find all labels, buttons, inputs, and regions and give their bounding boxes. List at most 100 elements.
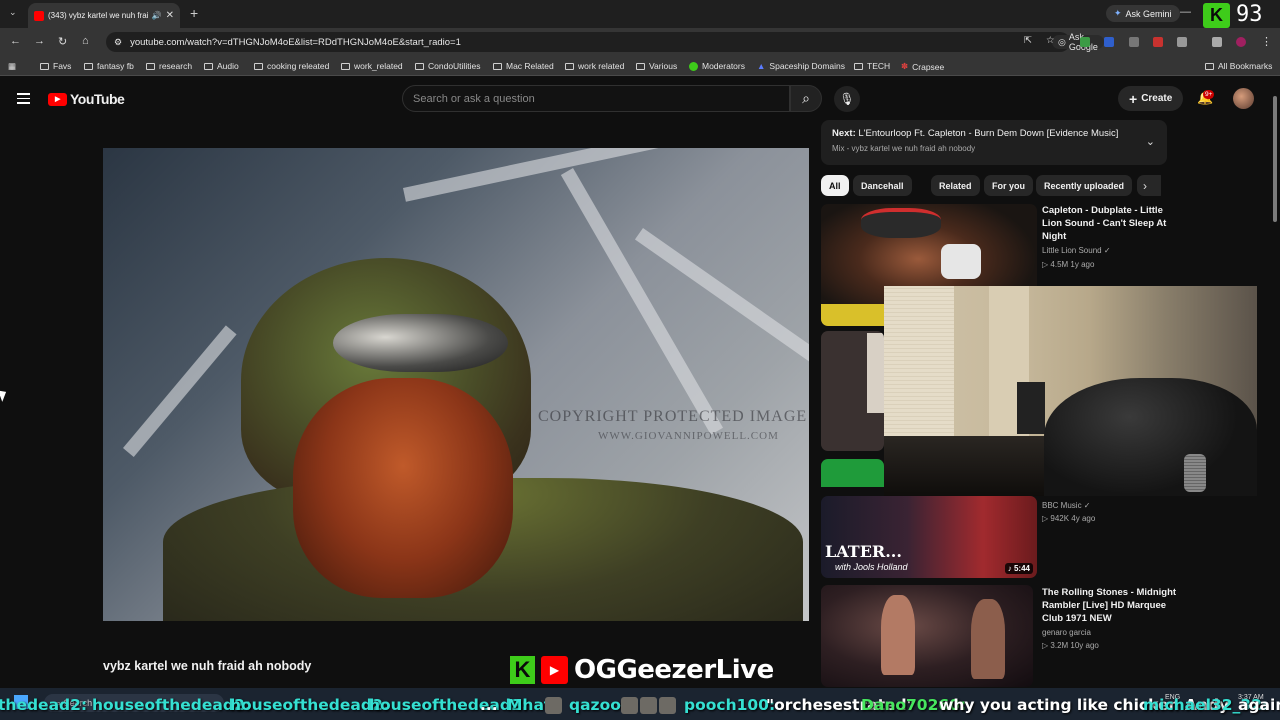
search-button[interactable]: ⌕ xyxy=(790,85,822,112)
profile-icon[interactable] xyxy=(1236,37,1246,47)
watermark-line2: WWW.GIOVANNIPOWELL.COM xyxy=(598,430,779,442)
bookmark-work-related-2[interactable]: work related xyxy=(565,61,624,71)
all-bookmarks[interactable]: All Bookmarks xyxy=(1205,61,1272,71)
folder-icon xyxy=(1205,62,1214,70)
webcam-overlay xyxy=(884,286,1257,496)
video-thumbnail[interactable] xyxy=(821,331,884,451)
bookmark-cooking[interactable]: cooking releated xyxy=(254,61,329,71)
speaker-icon[interactable]: 🔊 xyxy=(152,11,162,20)
youtube-logo-text: YouTube xyxy=(70,91,125,107)
chip-partial[interactable] xyxy=(1137,175,1161,196)
youtube-play-icon: ▶ xyxy=(541,656,568,684)
bookmark-label: All Bookmarks xyxy=(1218,61,1273,71)
bookmark-tech[interactable]: TECH xyxy=(854,61,890,71)
media-control-icon[interactable] xyxy=(1212,37,1222,47)
bookmark-research[interactable]: research xyxy=(146,61,192,71)
view-meta: ▷ 4.5M 1y ago xyxy=(1042,260,1094,269)
site-info-icon[interactable]: ⚙ xyxy=(114,37,122,48)
home-icon[interactable]: ⌂ xyxy=(82,35,89,47)
chip-for-you[interactable]: For you xyxy=(984,175,1033,196)
chat-username: pooch100: xyxy=(684,696,776,714)
bookmark-label: Crapsee xyxy=(912,61,945,72)
bookmark-moderators[interactable]: Moderators xyxy=(689,61,745,71)
url-input[interactable]: ⚙ youtube.com/watch?v=dTHGNJoM4oE&list=R… xyxy=(106,32,1104,52)
chip-related[interactable]: Related xyxy=(931,175,980,196)
ask-google-button[interactable]: ◎ Ask Google xyxy=(1052,32,1104,52)
recommendation-item[interactable]: LATER... with Jools Holland ♪ 5:44 BBC M… xyxy=(821,496,1181,578)
bookmark-star-icon[interactable]: ☆ xyxy=(1046,35,1055,46)
bookmark-spaceship[interactable]: ▲ Spaceship Domains xyxy=(757,61,845,71)
bookmark-label: Mac Related xyxy=(506,61,554,71)
chat-username: houseofthedead2: xyxy=(369,696,528,714)
extension-tool-icon[interactable] xyxy=(1129,37,1139,47)
next-prefix: Next: xyxy=(832,128,856,139)
extension-red-icon[interactable] xyxy=(1153,37,1163,47)
bookmark-label: Moderators xyxy=(702,61,745,71)
new-tab-button[interactable]: + xyxy=(190,5,198,21)
bookmark-mac-related[interactable]: Mac Related xyxy=(493,61,554,71)
search-input[interactable]: Search or ask a question xyxy=(402,85,790,112)
browser-menu-icon[interactable]: ⋮ xyxy=(1261,35,1272,48)
ask-gemini-button[interactable]: ✦ Ask Gemini xyxy=(1106,5,1180,22)
bookmark-favs[interactable]: Favs xyxy=(40,61,71,71)
sunglasses-shape xyxy=(333,314,508,372)
avatar[interactable] xyxy=(1233,88,1254,109)
back-icon[interactable]: ← xyxy=(10,35,21,47)
bookmark-work-related-1[interactable]: work_related xyxy=(341,61,403,71)
youtube-logo[interactable]: ▶ YouTube xyxy=(48,91,125,107)
forward-icon[interactable]: → xyxy=(34,35,45,47)
scrollbar-thumb[interactable] xyxy=(1273,96,1277,222)
streamer-shape xyxy=(1044,378,1257,496)
bookmarks-bar: ▦ Favs fantasy fb research Audio cooking… xyxy=(0,56,1280,76)
scaffold-beam xyxy=(634,228,809,389)
mouse-cursor-icon xyxy=(0,388,9,402)
thumbnail-text-panel xyxy=(867,333,884,413)
chevron-down-icon[interactable]: ⌄ xyxy=(1146,135,1155,148)
page-scrollbar[interactable] xyxy=(1270,82,1280,688)
minimize-icon[interactable]: — xyxy=(1180,6,1191,18)
lens-icon: ◎ xyxy=(1058,36,1066,47)
apps-grid-icon[interactable]: ▦ xyxy=(8,61,16,72)
extension-green-icon[interactable] xyxy=(1080,37,1090,47)
folder-icon xyxy=(341,62,350,70)
crapsee-icon: ✽ xyxy=(901,61,909,71)
recommendation-title[interactable]: Capleton - Dubplate - Little Lion Sound … xyxy=(1042,204,1177,243)
duration-label: 5:44 xyxy=(1013,564,1030,573)
view-meta: ▷ 942K 4y ago xyxy=(1042,514,1095,523)
tab-search-chevron-icon[interactable]: ⌄ xyxy=(9,7,17,18)
chevron-right-icon[interactable]: › xyxy=(1143,179,1147,193)
channel-name[interactable]: Little Lion Sound ✓ xyxy=(1042,246,1111,255)
browser-tab[interactable]: (343) vybz kartel we nuh fraid ah nobody… xyxy=(28,3,180,28)
bookmark-fantasy-fb[interactable]: fantasy fb xyxy=(84,61,134,71)
channel-name[interactable]: genaro garcia xyxy=(1042,628,1091,637)
chip-recently-uploaded[interactable]: Recently uploaded xyxy=(1036,175,1133,196)
extensions-puzzle-icon[interactable] xyxy=(1177,37,1187,47)
bookmark-condoutilities[interactable]: CondoUtilities xyxy=(415,61,480,71)
bookmark-various[interactable]: Various xyxy=(636,61,677,71)
up-next-panel[interactable]: Next: L'Entourloop Ft. Capleton - Burn D… xyxy=(821,120,1167,165)
chip-all[interactable]: All xyxy=(821,175,849,196)
install-icon[interactable]: ⇱ xyxy=(1024,35,1032,46)
chat-username: thedead2: xyxy=(0,696,88,714)
voice-search-button[interactable]: 🎙 xyxy=(834,86,860,112)
bookmark-audio[interactable]: Audio xyxy=(204,61,239,71)
create-label: Create xyxy=(1141,93,1173,104)
create-button[interactable]: + Create xyxy=(1118,86,1184,111)
streamer-name: OGGeezerLive xyxy=(574,655,774,685)
video-thumbnail[interactable] xyxy=(821,459,884,487)
bookmark-crapsee[interactable]: ✽ Crapsee xyxy=(901,61,944,72)
reload-icon[interactable]: ↻ xyxy=(58,35,67,48)
chip-dancehall[interactable]: Dancehall xyxy=(853,175,912,196)
chat-message: again? xyxy=(1238,696,1280,714)
video-title: vybz kartel we nuh fraid ah nobody xyxy=(103,659,312,673)
recommendation-title[interactable]: The Rolling Stones - Midnight Rambler [L… xyxy=(1042,586,1177,625)
tab-close-icon[interactable]: ✕ xyxy=(166,10,174,21)
video-thumbnail[interactable] xyxy=(821,585,1033,687)
face-shape xyxy=(293,378,513,598)
channel-name[interactable]: BBC Music ✓ xyxy=(1042,501,1091,510)
recommendation-item[interactable]: The Rolling Stones - Midnight Rambler [L… xyxy=(821,585,1181,687)
menu-icon[interactable] xyxy=(17,93,30,107)
video-thumbnail[interactable]: LATER... with Jools Holland ♪ 5:44 xyxy=(821,496,1037,578)
extension-blue-icon[interactable] xyxy=(1104,37,1114,47)
video-player[interactable]: COPYRIGHT PROTECTED IMAGE WWW.GIOVANNIPO… xyxy=(103,148,809,621)
